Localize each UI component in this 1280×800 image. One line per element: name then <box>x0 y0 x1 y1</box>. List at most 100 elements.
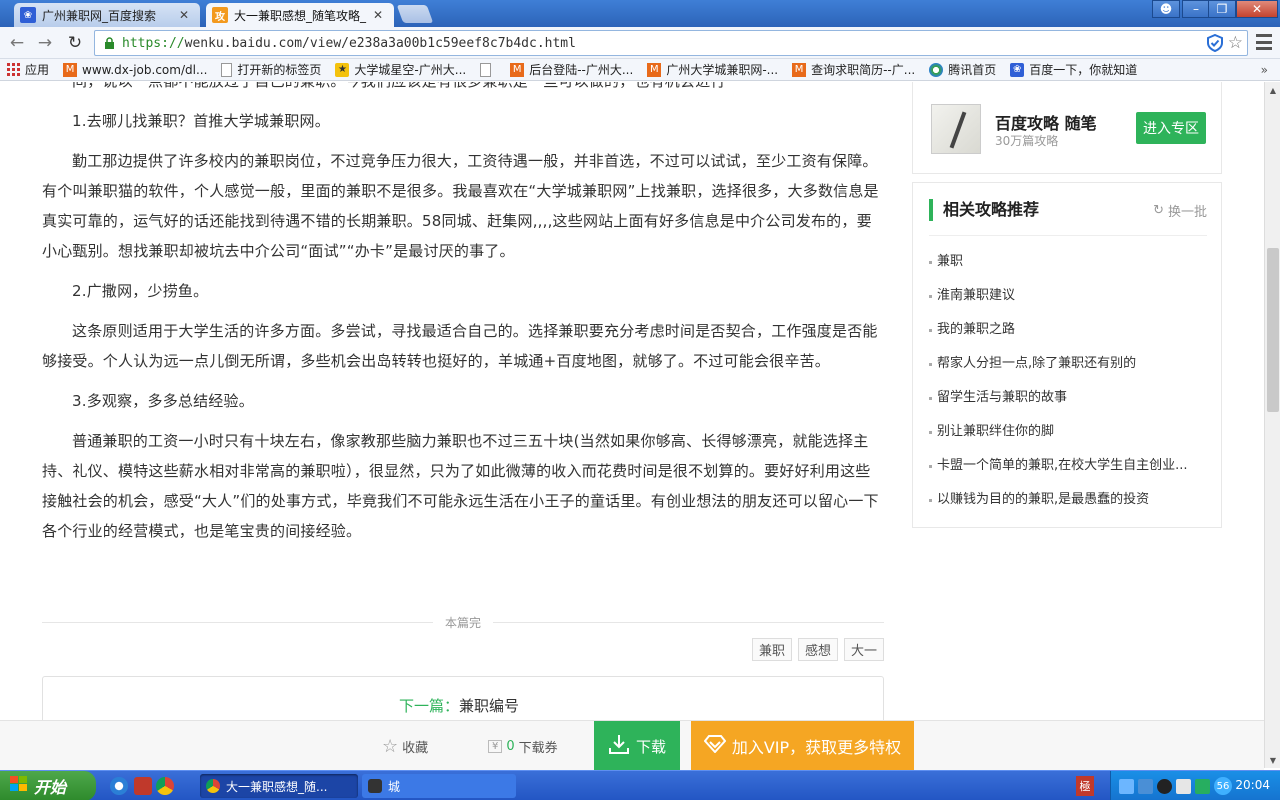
tray-badge[interactable]: 56 <box>1214 777 1232 795</box>
join-vip-button[interactable]: 加入VIP，获取更多特权 <box>691 721 914 771</box>
chrome-icon <box>206 779 220 793</box>
related-title: 相关攻略推荐 <box>929 199 1039 221</box>
related-item[interactable]: 帮家人分担一点,除了兼职还有别的 <box>929 353 1209 387</box>
coupon-count: 0 <box>506 738 515 754</box>
related-item[interactable]: 卡盟一个简单的兼职,在校大学生自主创业... <box>929 455 1209 489</box>
notebook-thumbnail <box>931 104 981 154</box>
security-icon[interactable] <box>1176 778 1191 794</box>
scroll-up-icon[interactable]: ▲ <box>1265 82 1280 98</box>
scroll-down-icon[interactable]: ▼ <box>1265 752 1280 768</box>
reload-button[interactable]: ↻ <box>64 32 86 54</box>
brand-title: 百度攻略 随笔 <box>995 114 1097 133</box>
bookmark-label: 查询求职简历--广... <box>811 63 916 77</box>
page-icon <box>480 62 492 77</box>
article-body: 间，说以一点都不能放过了自己的兼职。今我们应该是有很多兼职是一些可以做的，也有机… <box>42 82 884 556</box>
collect-button[interactable]: ☆ 收藏 <box>382 721 428 771</box>
new-tab-button[interactable] <box>396 5 434 23</box>
qq-icon <box>929 62 944 77</box>
browser-tabstrip: ❀ 广州兼职网_百度搜索 ✕ 攻 大一兼职感想_随笔攻略_ ✕ ☻ – ❐ ✕ <box>0 0 1280 27</box>
download-button[interactable]: 下载 <box>594 721 680 771</box>
vip-label: 加入VIP，获取更多特权 <box>731 738 902 757</box>
tag-item[interactable]: 大一 <box>843 638 884 661</box>
brand-card: 百度攻略 随笔 30万篇攻略 进入专区 <box>912 82 1222 174</box>
bookmark-daxuecheng-xingkong[interactable]: ★ 大学城星空-广州大... <box>335 61 466 78</box>
end-divider: 本篇完 <box>42 612 885 632</box>
close-icon[interactable]: ✕ <box>370 8 386 22</box>
site-icon: M <box>63 62 78 77</box>
related-item[interactable]: 淮南兼职建议 <box>929 285 1209 319</box>
volume-icon[interactable] <box>1119 778 1134 794</box>
related-item[interactable]: 别让兼职绊住你的脚 <box>929 421 1209 455</box>
taskbar-item-other[interactable]: 城 <box>362 774 516 798</box>
brand-subtitle: 30万篇攻略 <box>995 134 1059 148</box>
tab-wenku-article[interactable]: 攻 大一兼职感想_随笔攻略_ ✕ <box>206 3 394 27</box>
bookmark-blank-page[interactable] <box>480 62 496 77</box>
minimize-button[interactable]: – <box>1182 0 1210 18</box>
bookmark-apps[interactable]: 应用 <box>6 61 49 78</box>
tag-item[interactable]: 感想 <box>797 638 838 661</box>
scroll-thumb[interactable] <box>1267 248 1279 412</box>
bookmark-daxuecheng-jianzhi[interactable]: M 广州大学城兼职网-... <box>647 61 778 78</box>
close-icon[interactable]: ✕ <box>176 8 192 22</box>
bookmark-label: www.dx-job.com/dl... <box>82 62 208 77</box>
back-button[interactable]: ← <box>6 32 28 54</box>
clock: 20:04 <box>1235 778 1270 792</box>
window-close-button[interactable]: ✕ <box>1236 0 1278 18</box>
user-icon[interactable]: ☻ <box>1152 0 1180 18</box>
tab-baidu-search[interactable]: ❀ 广州兼职网_百度搜索 ✕ <box>14 3 200 27</box>
shield-icon[interactable] <box>1195 778 1210 794</box>
page-icon <box>221 62 233 77</box>
bookmark-label: 大学城星空-广州大... <box>354 63 467 77</box>
collect-label: 收藏 <box>402 740 429 756</box>
tag-item[interactable]: 兼职 <box>751 638 792 661</box>
next-article-link[interactable]: 下一篇：兼职编号 <box>399 695 519 716</box>
enter-zone-button[interactable]: 进入专区 <box>1136 112 1206 144</box>
network-icon[interactable] <box>1138 778 1153 794</box>
strategy-icon: 攻 <box>212 7 228 23</box>
coupon-info: ¥ 0 下载券 <box>488 721 558 771</box>
article-paragraph: 2.广撒网，少捞鱼。 <box>72 282 209 300</box>
maximize-button[interactable]: ❐ <box>1208 0 1236 18</box>
qq-icon[interactable] <box>1157 778 1172 794</box>
menu-icon[interactable] <box>1256 34 1272 50</box>
star-icon[interactable]: ☆ <box>1228 34 1243 56</box>
baidu-paw-icon: ❀ <box>20 7 36 23</box>
taskbar-item-chrome[interactable]: 大一兼职感想_随... <box>200 774 358 798</box>
bottom-action-bar: ☆ 收藏 ¥ 0 下载券 下载 加入VIP，获取更多特权 <box>0 720 1264 771</box>
bookmark-resume-query[interactable]: M 查询求职简历--广... <box>792 61 915 78</box>
bookmark-new-tab[interactable]: 打开新的标签页 <box>221 61 321 78</box>
related-item[interactable]: 我的兼职之路 <box>929 319 1209 353</box>
article-paragraph: 3.多观察，多多总结经验。 <box>72 392 254 410</box>
address-bar[interactable]: https://wenku.baidu.com/view/e238a3a00b1… <box>94 30 1248 56</box>
tab-title: 大一兼职感想_随笔攻略_ <box>234 8 367 23</box>
refresh-button[interactable]: ↻ 换一批 <box>1153 201 1207 220</box>
bookmark-baidu[interactable]: ❀ 百度一下，你就知道 <box>1010 61 1137 78</box>
more-bookmarks-icon[interactable]: » <box>1261 63 1268 77</box>
bookmarks-bar: 应用 M www.dx-job.com/dl... 打开新的标签页 ★ 大学城星… <box>0 59 1280 81</box>
vertical-scrollbar[interactable]: ▲ ▼ <box>1264 82 1280 768</box>
shield-icon[interactable] <box>1206 33 1224 56</box>
bookmark-admin-login[interactable]: M 后台登陆--广州大... <box>510 61 633 78</box>
windows-taskbar: 开始 大一兼职感想_随... 城 極 56 20:04 <box>0 770 1280 800</box>
start-button[interactable]: 开始 <box>0 771 96 800</box>
bookmark-label: 应用 <box>25 63 50 77</box>
bookmark-label: 后台登陆--广州大... <box>529 63 634 77</box>
ie-icon[interactable] <box>110 777 128 795</box>
ime-icon[interactable]: 極 <box>1076 776 1094 796</box>
related-item[interactable]: 兼职 <box>929 251 1209 285</box>
coupon-label: 下载券 <box>518 740 558 756</box>
site-icon: M <box>792 62 807 77</box>
site-icon: M <box>647 62 662 77</box>
windows-logo-icon <box>10 776 28 796</box>
forward-button[interactable]: → <box>34 32 56 54</box>
baidu-paw-icon: ❀ <box>1010 62 1025 77</box>
related-item[interactable]: 留学生活与兼职的故事 <box>929 387 1209 421</box>
bookmark-label: 广州大学城兼职网-... <box>666 63 779 77</box>
chrome-icon[interactable] <box>156 777 174 795</box>
bookmark-qq-home[interactable]: 腾讯首页 <box>929 61 996 78</box>
article-paragraph: 勤工那边提供了许多校内的兼职岗位，不过竞争压力很大，工资待遇一般，并非首选，不过… <box>42 152 879 260</box>
related-item[interactable]: 以赚钱为目的的兼职,是最愚蠢的投资 <box>929 489 1209 523</box>
bookmark-dx-job[interactable]: M www.dx-job.com/dl... <box>63 62 208 77</box>
diamond-icon <box>703 735 727 757</box>
app-icon[interactable] <box>134 777 152 795</box>
